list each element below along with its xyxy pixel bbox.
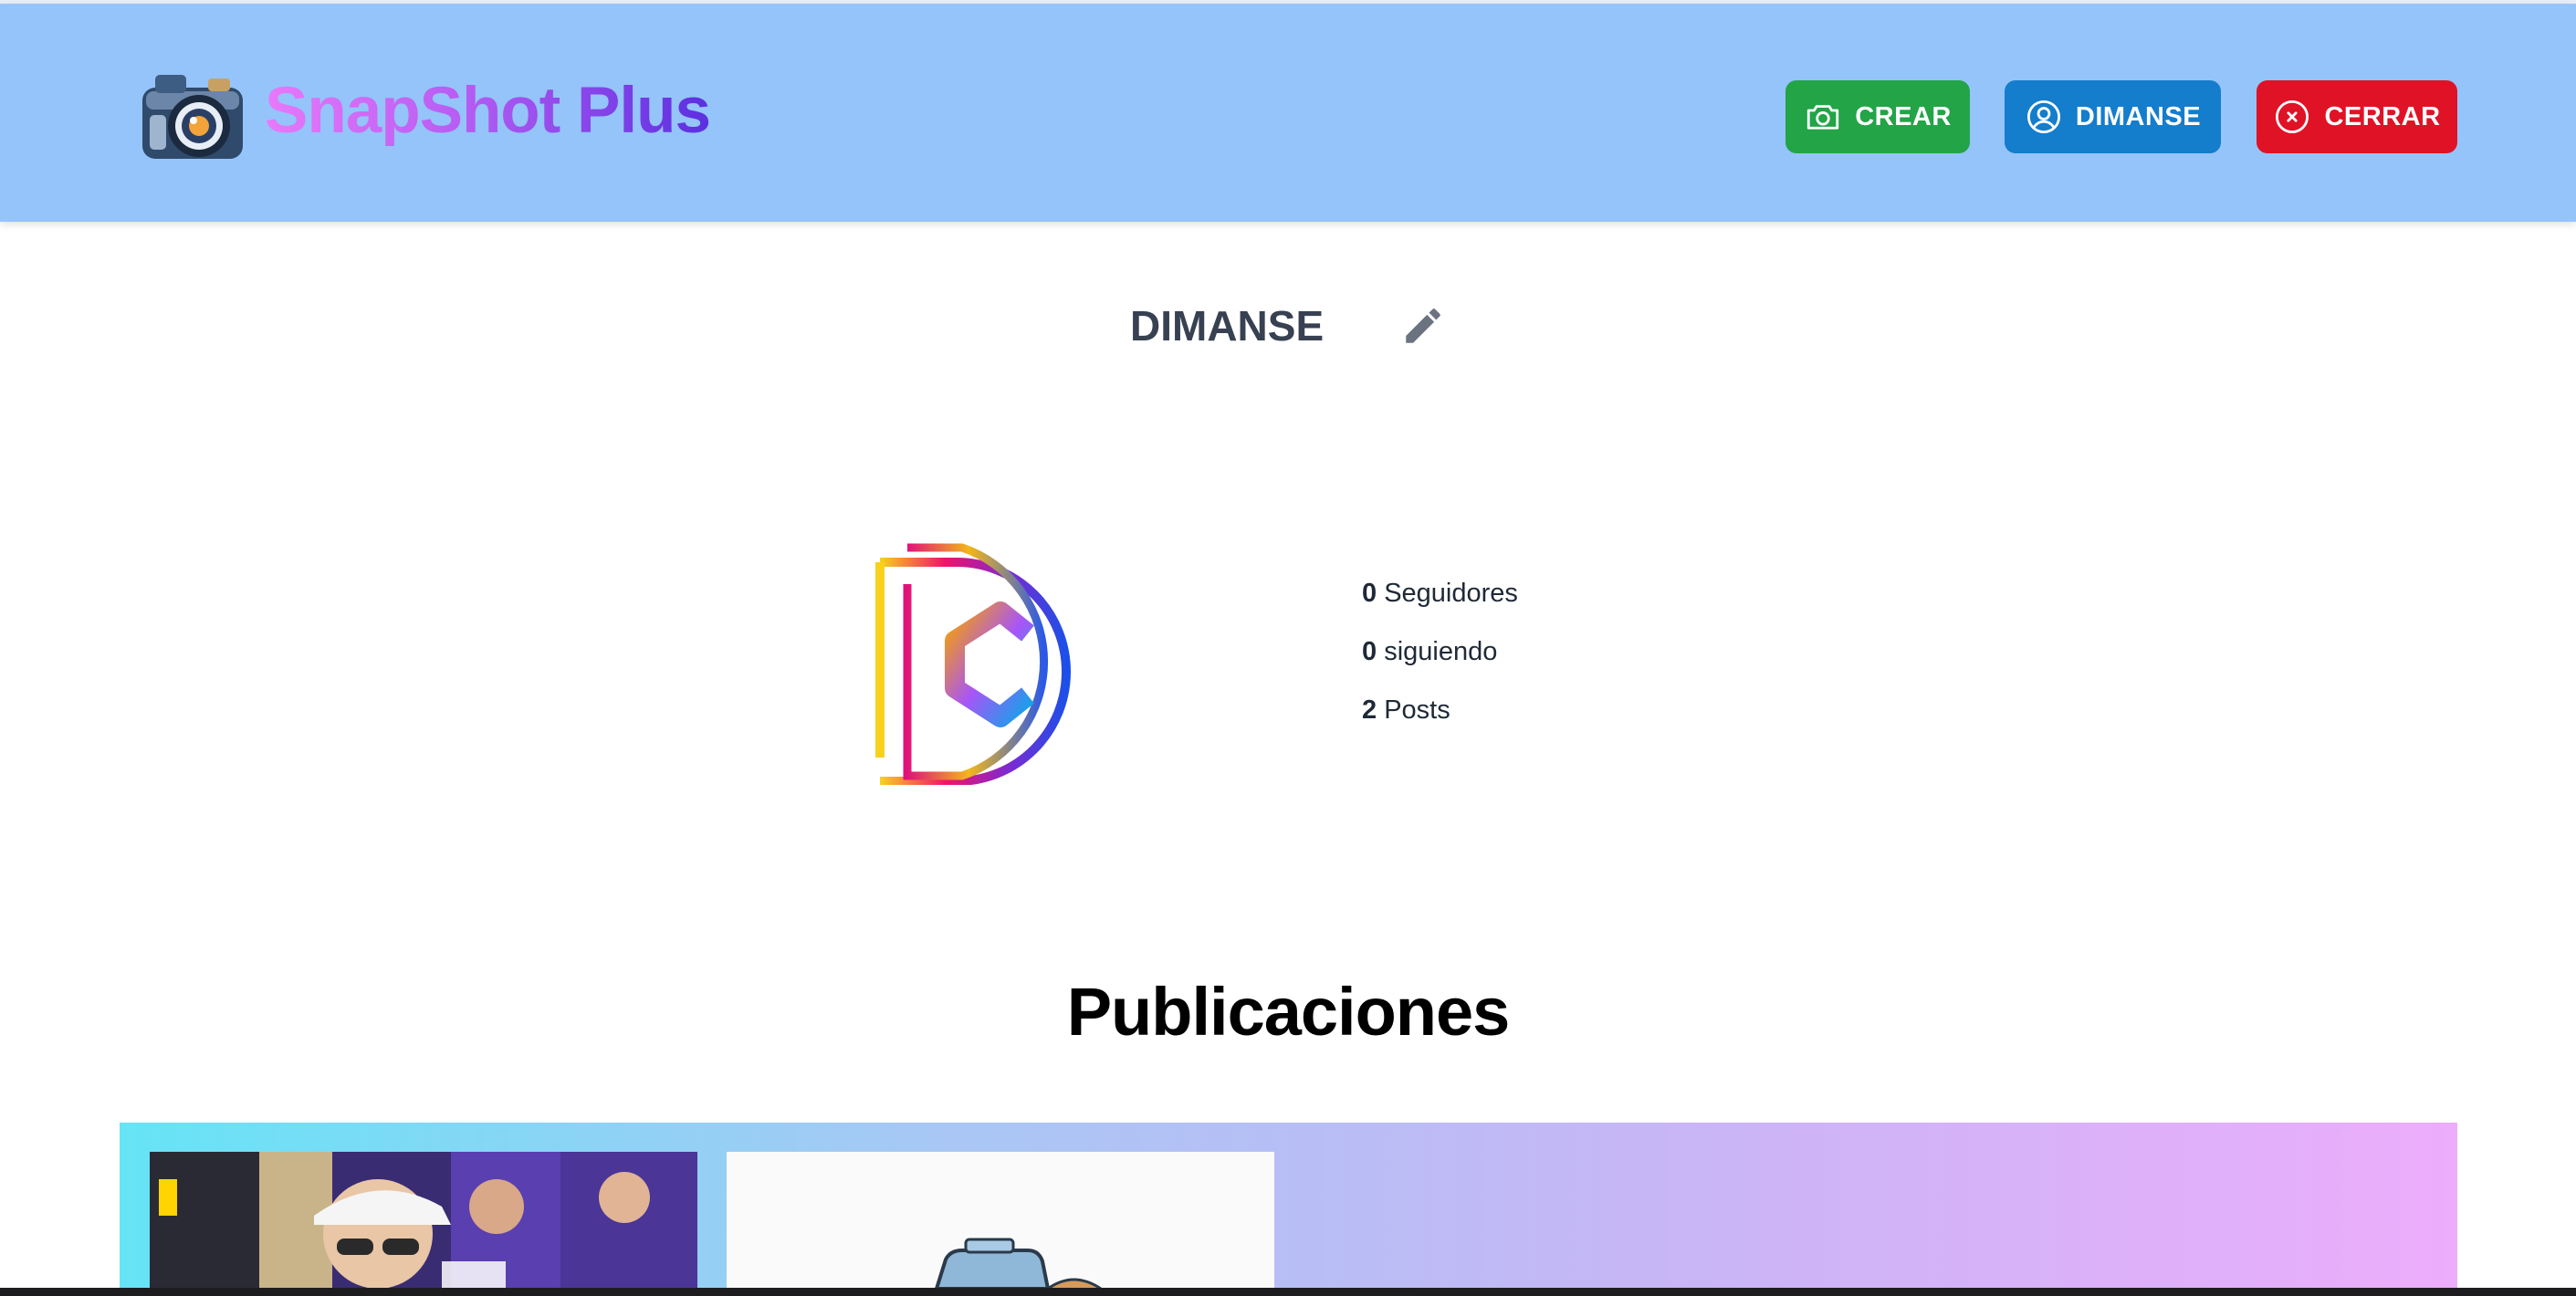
os-dock-strip: [0, 1288, 2576, 1296]
profile-button[interactable]: DIMANSE: [2005, 80, 2221, 153]
followers-stat[interactable]: 0 Seguidores: [1362, 579, 1518, 637]
profile-avatar: [875, 543, 1071, 785]
profile-username: DIMANSE: [1130, 302, 1325, 350]
camera-logo-icon[interactable]: [137, 64, 248, 166]
pencil-edit-icon[interactable]: [1400, 303, 1446, 349]
posts-gallery: [120, 1123, 2457, 1296]
logout-button-label: CERRAR: [2324, 101, 2441, 131]
following-stat[interactable]: 0 siguiendo: [1362, 637, 1518, 695]
post-illustration: [727, 1152, 1274, 1296]
followers-count: 0: [1362, 579, 1377, 608]
posts-stat: 2 Posts: [1362, 695, 1518, 754]
create-button-label: CREAR: [1855, 101, 1952, 131]
brand-title[interactable]: SnapShot Plus: [265, 74, 711, 148]
following-label: siguiendo: [1384, 637, 1498, 666]
profile-stats: 0 Seguidores 0 siguiendo 2 Posts: [1362, 579, 1518, 754]
post-thumbnail[interactable]: [727, 1152, 1274, 1296]
close-circle-icon: [2276, 99, 2309, 134]
site-header: SnapShot Plus CREAR DIMANSE CERRAR: [0, 4, 2576, 222]
posts-section-title: Publicaciones: [1066, 974, 1511, 1050]
posts-label: Posts: [1384, 695, 1450, 725]
create-button[interactable]: CREAR: [1785, 80, 1970, 153]
posts-count: 2: [1362, 695, 1377, 725]
user-circle-icon: [2026, 99, 2060, 134]
post-photo-runners: [150, 1152, 697, 1296]
following-count: 0: [1362, 637, 1377, 666]
logout-button[interactable]: CERRAR: [2257, 80, 2457, 153]
profile-button-label: DIMANSE: [2075, 101, 2202, 131]
camera-icon: [1807, 105, 1839, 130]
followers-label: Seguidores: [1384, 579, 1518, 608]
post-thumbnail[interactable]: [150, 1152, 697, 1296]
